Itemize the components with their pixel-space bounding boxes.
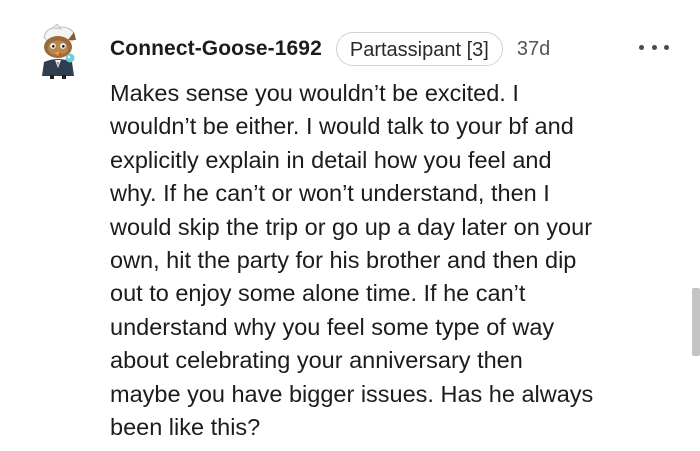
more-dot: [639, 44, 644, 50]
goose-avatar-icon: [42, 23, 76, 79]
comment-header: Connect-Goose-1692 Partassipant [3] 37d: [110, 32, 550, 66]
more-dot: [651, 44, 657, 50]
comment-body-line: out to enjoy some alone time. If he can’…: [110, 280, 526, 307]
user-flair-badge: Partassipant [3]: [335, 32, 503, 66]
comment-body-line: own, hit the party for his brother and t…: [110, 247, 577, 274]
comment-body-line: wouldn’t be either. I would talk to your…: [110, 113, 574, 140]
more-options-icon[interactable]: [639, 41, 669, 53]
comment-body-line: would skip the trip or go up a day later…: [110, 213, 593, 240]
scrollbar-thumb[interactable]: [692, 288, 700, 356]
comment-body-line: why. If he can’t or won’t understand, th…: [110, 180, 550, 207]
user-avatar-icon[interactable]: [30, 22, 88, 80]
comment-body-line: Makes sense you wouldn’t be excited. I: [110, 80, 519, 106]
comment-body-line: explicitly explain in detail how you fee…: [110, 146, 552, 173]
comment-body: Makes sense you wouldn’t be excited. I w…: [110, 77, 680, 444]
comment-body-line: maybe you have bigger issues. Has he alw…: [110, 380, 594, 407]
comment-body-line: about celebrating your anniversary then: [110, 347, 523, 374]
comment: Connect-Goose-1692 Partassipant [3] 37d …: [0, 0, 700, 451]
username-link[interactable]: Connect-Goose-1692: [110, 37, 322, 61]
comment-body-line: understand why you feel some type of way: [110, 313, 555, 340]
comment-body-line: been like this?: [110, 414, 261, 441]
comment-age: 37d: [516, 37, 551, 60]
more-dot: [664, 44, 669, 50]
